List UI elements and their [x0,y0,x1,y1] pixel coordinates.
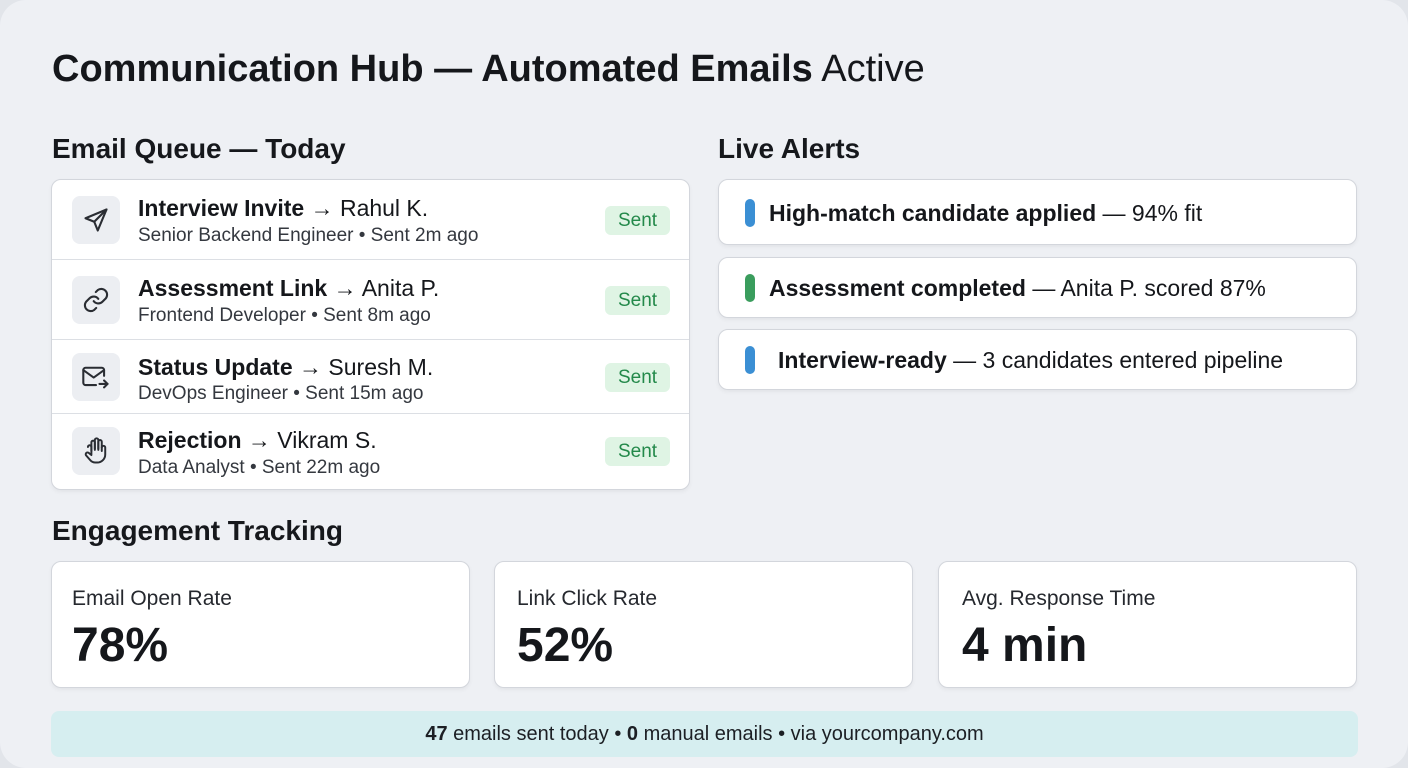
send-icon [72,196,120,244]
manual-emails-text: manual emails • via yourcompany.com [638,723,984,745]
summary-footer: 47 emails sent today • 0 manual emails •… [51,711,1358,757]
email-queue-item[interactable]: Assessment Link → Anita P. Frontend Deve… [52,260,689,340]
email-detail: Data Analyst • Sent 22m ago [138,457,381,478]
metric-value: 52% [517,619,614,672]
alert-indicator [745,274,755,302]
page-title-main: Communication Hub — Automated Emails [52,48,813,90]
alert-detail: — Anita P. scored 87% [1025,275,1266,301]
alert-item[interactable]: High-match candidate applied — 94% fit [718,179,1357,245]
email-detail: Frontend Developer • Sent 8m ago [138,305,431,326]
email-queue-item[interactable]: Rejection → Vikram S. Data Analyst • Sen… [52,414,689,489]
engagement-heading: Engagement Tracking [52,515,343,546]
alert-title: Interview-ready [778,347,947,373]
emails-sent-count: 47 [425,723,448,745]
email-detail: Senior Backend Engineer • Sent 2m ago [138,225,479,246]
alert-detail: — 94% fit [1096,200,1203,226]
status-badge: Sent [605,286,670,315]
email-recipient: → Rahul K. [310,195,429,221]
alert-indicator [745,346,755,374]
email-type: Status Update [138,354,293,380]
status-badge: Sent [605,363,670,392]
alert-title: Assessment completed [769,275,1026,301]
page-title: Communication Hub — Automated Emails Act… [52,46,925,92]
email-queue-item[interactable]: Status Update → Suresh M. DevOps Enginee… [52,340,689,414]
email-detail: DevOps Engineer • Sent 15m ago [138,383,424,404]
status-badge: Sent [605,206,670,235]
page-title-status: Active [821,48,925,90]
metric-card-click-rate: Link Click Rate 52% [494,561,913,688]
metric-card-open-rate: Email Open Rate 78% [51,561,470,688]
live-alerts-heading: Live Alerts [718,133,861,164]
email-queue-heading: Email Queue — Today [52,133,346,164]
alert-indicator [745,199,755,227]
alert-detail: — 3 candidates entered pipeline [946,347,1284,373]
email-type: Assessment Link [138,275,328,301]
metric-value: 4 min [962,619,1088,672]
metric-label: Link Click Rate [517,587,658,610]
hand-stop-icon [72,427,120,475]
email-type: Rejection [138,427,242,453]
alert-item[interactable]: Interview-ready — 3 candidates entered p… [718,329,1357,390]
communication-hub-panel: Communication Hub — Automated Emails Act… [0,0,1408,768]
metric-card-response-time: Avg. Response Time 4 min [938,561,1357,688]
metric-value: 78% [72,619,169,672]
email-recipient: → Suresh M. [299,354,434,380]
manual-emails-count: 0 [626,723,639,745]
alert-item[interactable]: Assessment completed — Anita P. scored 8… [718,257,1357,318]
metric-label: Email Open Rate [72,587,232,610]
mail-forward-icon [72,353,120,401]
metric-label: Avg. Response Time [962,587,1156,610]
email-queue-list: Interview Invite → Rahul K. Senior Backe… [51,179,690,490]
link-icon [72,276,120,324]
status-badge: Sent [605,437,670,466]
email-queue-item[interactable]: Interview Invite → Rahul K. Senior Backe… [52,180,689,260]
email-recipient: → Vikram S. [247,427,377,453]
emails-sent-text: emails sent today • [447,723,627,745]
email-type: Interview Invite [138,195,305,221]
alert-title: High-match candidate applied [769,200,1097,226]
email-recipient: → Anita P. [333,275,440,301]
